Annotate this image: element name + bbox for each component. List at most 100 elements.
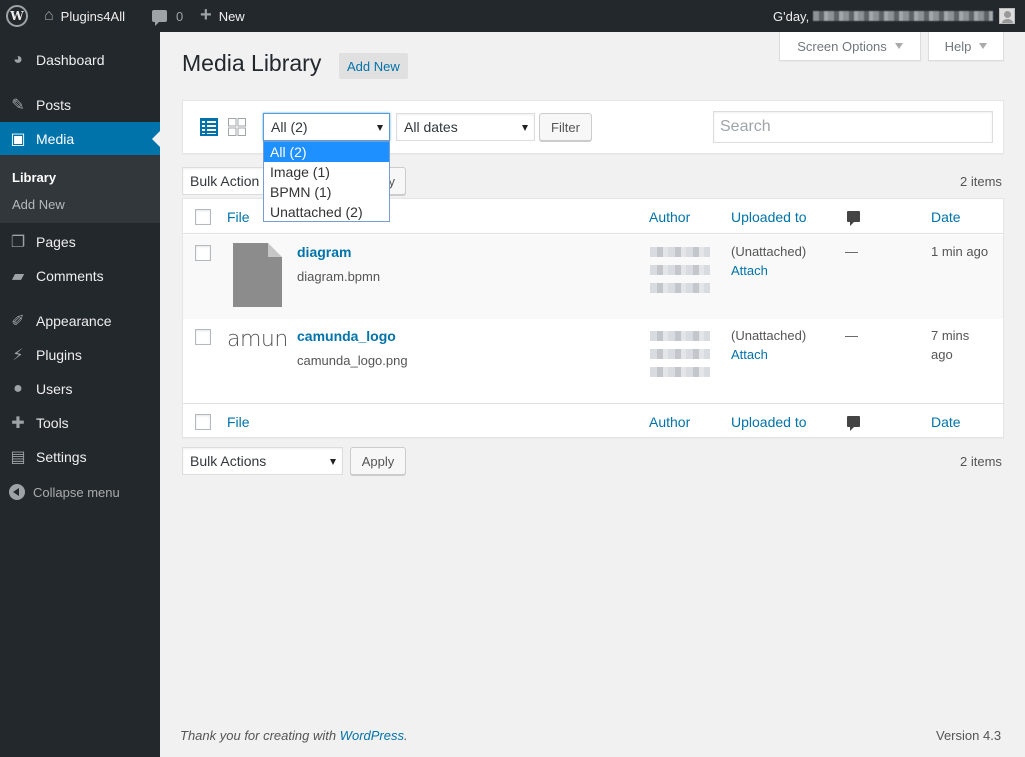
column-footer-author: Author [649,414,691,430]
column-footer-date[interactable]: Date [931,414,961,430]
sidebar-item-tools[interactable]: ✚ Tools [0,406,160,440]
dropdown-option-bpmn[interactable]: BPMN (1) [264,182,389,202]
apply-button-bottom[interactable]: Apply [350,447,406,475]
select-all-checkbox-bottom[interactable] [195,414,211,430]
attach-link[interactable]: Attach [731,263,768,278]
site-home-link[interactable]: ⌂ Plugins4All [44,0,125,32]
help-button[interactable]: Help [928,32,1004,61]
sidebar-item-label: Pages [36,234,76,250]
sidebar-item-comments[interactable]: ▰ Comments [0,259,160,293]
collapse-arrow-icon [9,484,25,500]
column-header-file[interactable]: File [227,209,250,225]
author-redacted [650,283,710,293]
avatar [999,8,1016,24]
footer-thanks-period: . [404,728,408,743]
submenu-item-library[interactable]: Library [12,170,56,185]
author-redacted [650,367,710,377]
my-account[interactable]: G'day, [773,0,1016,32]
file-name: diagram.bpmn [297,269,381,284]
footer-thanks: Thank you for creating with WordPress. [180,728,408,743]
pushpin-icon: ✎ [11,97,25,114]
file-title-link[interactable]: diagram [297,244,351,260]
date-value-line2: ago [931,347,953,362]
thumbnail-logo-text: amun [227,327,288,352]
sidebar-item-dashboard[interactable]: ◕ Dashboard [0,43,160,77]
author-redacted [650,247,710,257]
document-file-icon[interactable] [233,243,282,307]
date-filter[interactable]: All dates [396,113,535,141]
admin-bar: W ⌂ Plugins4All 0 + New G'day, [0,0,1025,32]
screen-options-button[interactable]: Screen Options [779,32,921,61]
plug-icon: ⚡ [12,347,24,364]
dropdown-option-all[interactable]: All (2) [264,142,389,162]
file-title-link[interactable]: camunda_logo [297,328,396,344]
collapse-menu-button[interactable]: Collapse menu [0,481,160,503]
user-icon: ● [13,380,23,397]
column-footer-uploaded-to[interactable]: Uploaded to [731,414,807,430]
date-value-line1: 7 mins [931,328,970,343]
comment-column-icon[interactable] [847,211,860,226]
row-checkbox[interactable] [195,245,211,261]
sidebar-item-users[interactable]: ● Users [0,372,160,406]
add-new-button[interactable]: Add New [339,53,408,79]
help-label: Help [944,38,972,54]
wrench-icon: ✚ [11,415,25,432]
comments-value: — [845,244,858,259]
bulk-actions-select-bottom[interactable]: Bulk Actions [182,447,343,475]
column-header-uploaded-to[interactable]: Uploaded to [731,209,807,225]
sidebar-item-label: Comments [36,268,104,284]
collapse-menu-label: Collapse menu [33,484,120,500]
sidebar-item-label: Tools [36,415,69,431]
image-thumbnail[interactable]: amun [227,327,289,357]
grid-view-icon[interactable] [228,118,246,136]
column-footer-file[interactable]: File [227,414,250,430]
row-checkbox[interactable] [195,329,211,345]
bulk-actions-bottom-value: Bulk Actions [190,453,267,469]
column-header-author: Author [649,209,691,225]
wordpress-link[interactable]: WordPress [340,728,404,743]
attach-link[interactable]: Attach [731,347,768,362]
comments-count: 0 [176,8,184,24]
list-view-icon[interactable] [200,118,218,136]
settings-icon: ▤ [10,449,26,466]
search-placeholder: Search [720,118,771,135]
sidebar-item-label: Settings [36,449,87,465]
sidebar-item-label: Posts [36,97,72,113]
filter-button[interactable]: Filter [539,113,592,141]
brush-icon: ✐ [11,313,25,330]
author-redacted [650,349,710,359]
comments-icon: ▰ [11,268,25,285]
table-row: amun camunda_logo camunda_logo.png (Unat… [183,319,1003,403]
dropdown-caret-icon [330,459,336,465]
sidebar-item-plugins[interactable]: ⚡ Plugins [0,338,160,372]
uploaded-to-value: (Unattached) [731,328,807,343]
comments-link[interactable]: 0 [152,0,183,32]
items-count-bottom: 2 items [960,454,1002,469]
plus-icon: + [200,3,212,26]
search-input[interactable]: Search [713,111,993,143]
sidebar-item-appearance[interactable]: ✐ Appearance [0,304,160,338]
dropdown-option-image[interactable]: Image (1) [264,162,389,182]
sidebar-item-label: Media [36,131,75,147]
table-row: diagram diagram.bpmn (Unattached) Attach… [183,235,1003,319]
wordpress-logo-icon[interactable]: W [6,5,28,27]
dashboard-icon: ◕ [13,51,23,68]
pages-icon: ❐ [10,234,26,251]
caret-down-icon [894,43,903,49]
media-icon: ▣ [10,131,26,148]
sidebar-item-media[interactable]: ▣ Media [0,122,160,156]
sidebar-item-pages[interactable]: ❐ Pages [0,225,160,259]
dropdown-option-unattached[interactable]: Unattached (2) [264,202,389,222]
comment-column-icon[interactable] [847,416,860,431]
sidebar-item-label: Dashboard [36,52,105,68]
sidebar-item-settings[interactable]: ▤ Settings [0,440,160,474]
submenu-item-add-new[interactable]: Add New [12,197,65,212]
uploaded-to-value: (Unattached) [731,244,807,259]
sidebar-item-posts[interactable]: ✎ Posts [0,88,160,122]
caret-down-icon [979,43,988,49]
media-type-filter[interactable]: All (2) [263,113,390,141]
select-all-checkbox[interactable] [195,209,211,225]
new-content-link[interactable]: + New [200,0,245,32]
items-count-top: 2 items [960,174,1002,189]
column-header-date[interactable]: Date [931,209,961,225]
